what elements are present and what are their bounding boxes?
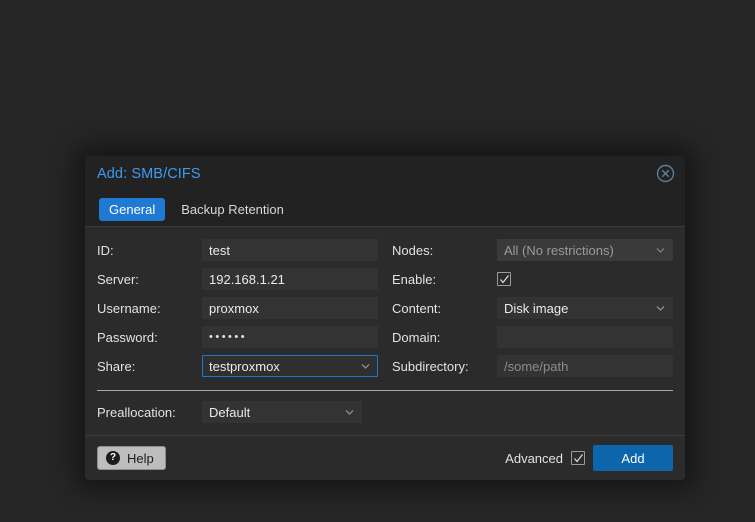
- help-button[interactable]: ? Help: [97, 446, 166, 470]
- form-left-column: ID: test Server: 192.168.1.21 Username: …: [97, 239, 378, 384]
- server-value: 192.168.1.21: [209, 271, 285, 287]
- field-row-id: ID: test: [97, 239, 378, 261]
- field-row-enable: Enable:: [392, 268, 673, 290]
- dialog-footer: ? Help Advanced Add: [85, 435, 685, 480]
- share-select[interactable]: testproxmox: [202, 355, 378, 377]
- label-password: Password:: [97, 329, 158, 345]
- field-row-password: Password: ••••••: [97, 326, 378, 348]
- nodes-value: All (No restrictions): [504, 242, 614, 258]
- password-input[interactable]: ••••••: [202, 326, 378, 348]
- dialog-tabbar: General Backup Retention: [85, 192, 685, 227]
- form-right-column: Nodes: All (No restrictions) Enable: Con…: [392, 239, 673, 384]
- label-username: Username:: [97, 300, 161, 316]
- field-row-content: Content: Disk image: [392, 297, 673, 319]
- domain-input[interactable]: [497, 326, 673, 348]
- label-subdirectory: Subdirectory:: [392, 358, 469, 374]
- preallocation-select[interactable]: Default: [202, 401, 362, 423]
- dialog-title: Add: SMB/CIFS: [97, 166, 201, 182]
- field-row-server: Server: 192.168.1.21: [97, 268, 378, 290]
- label-id: ID:: [97, 242, 114, 258]
- field-row-subdirectory: Subdirectory: /some/path: [392, 355, 673, 377]
- label-preallocation: Preallocation:: [97, 404, 176, 420]
- field-row-nodes: Nodes: All (No restrictions): [392, 239, 673, 261]
- chevron-down-icon: [360, 361, 371, 372]
- tab-backup-retention[interactable]: Backup Retention: [171, 198, 294, 221]
- subdirectory-input[interactable]: /some/path: [497, 355, 673, 377]
- enable-checkbox[interactable]: [497, 272, 511, 286]
- footer-actions: Advanced Add: [505, 445, 673, 471]
- add-button[interactable]: Add: [593, 445, 673, 471]
- label-domain: Domain:: [392, 329, 441, 345]
- add-smb-cifs-dialog: Add: SMB/CIFS General Backup Retention I…: [85, 156, 685, 480]
- close-icon[interactable]: [656, 164, 675, 183]
- content-value: Disk image: [504, 300, 569, 316]
- server-input[interactable]: 192.168.1.21: [202, 268, 378, 290]
- label-content: Content:: [392, 300, 442, 316]
- content-select[interactable]: Disk image: [497, 297, 673, 319]
- label-server: Server:: [97, 271, 139, 287]
- question-mark-icon: ?: [106, 451, 120, 465]
- dialog-form: ID: test Server: 192.168.1.21 Username: …: [85, 227, 685, 423]
- share-value: testproxmox: [209, 358, 280, 374]
- chevron-down-icon: [655, 303, 666, 314]
- tab-general[interactable]: General: [99, 197, 166, 221]
- field-row-username: Username: proxmox: [97, 297, 378, 319]
- id-value: test: [209, 242, 230, 258]
- password-value: ••••••: [209, 331, 248, 343]
- label-share: Share:: [97, 358, 136, 374]
- username-input[interactable]: proxmox: [202, 297, 378, 319]
- field-row-preallocation: Preallocation: Default: [97, 401, 673, 423]
- advanced-label: Advanced: [505, 450, 563, 466]
- advanced-checkbox[interactable]: [571, 451, 585, 465]
- subdirectory-placeholder: /some/path: [504, 358, 569, 374]
- field-row-share: Share: testproxmox: [97, 355, 378, 377]
- help-button-label: Help: [127, 450, 154, 466]
- preallocation-value: Default: [209, 404, 251, 420]
- form-divider: [97, 390, 673, 391]
- dialog-titlebar: Add: SMB/CIFS: [85, 156, 685, 192]
- nodes-select[interactable]: All (No restrictions): [497, 239, 673, 261]
- chevron-down-icon: [655, 245, 666, 256]
- id-input[interactable]: test: [202, 239, 378, 261]
- chevron-down-icon: [344, 407, 355, 418]
- label-nodes: Nodes:: [392, 242, 434, 258]
- label-enable: Enable:: [392, 271, 437, 287]
- username-value: proxmox: [209, 300, 259, 316]
- field-row-domain: Domain:: [392, 326, 673, 348]
